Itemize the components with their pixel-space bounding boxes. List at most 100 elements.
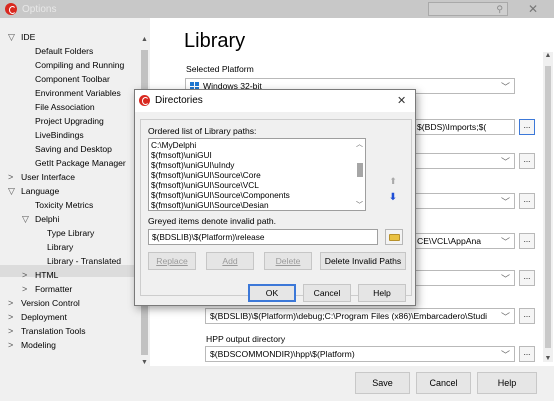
library-path-browse-button[interactable]: ... — [519, 119, 535, 135]
ok-button[interactable]: OK — [248, 284, 296, 302]
add-label: Add — [222, 256, 238, 266]
list-item[interactable]: C:\MyDelphi — [151, 140, 196, 150]
paths-list-scrollbar[interactable]: ︿ ﹀ — [354, 139, 365, 210]
chevron-down-icon: ﹀ — [500, 82, 510, 92]
chevron-right-icon[interactable]: > — [8, 172, 13, 182]
scroll-down-icon[interactable]: ▼ — [543, 355, 553, 362]
tree-item[interactable]: GetIt Package Manager — [35, 158, 126, 168]
list-item[interactable]: $(fmsoft)\uniGUI\Source\Components — [151, 190, 290, 200]
tree-item[interactable]: Saving and Desktop — [35, 144, 112, 154]
delete-invalid-paths-button[interactable]: Delete Invalid Paths — [320, 252, 406, 270]
tree-item-label: Language — [21, 186, 60, 196]
scroll-up-icon[interactable]: ▲ — [139, 36, 150, 43]
tree-item[interactable]: ▽ Language — [8, 186, 60, 196]
chevron-right-icon[interactable]: > — [22, 270, 27, 280]
dcp-output-select[interactable]: ﹀ — [412, 153, 515, 169]
tree-item-label: Delphi — [35, 214, 60, 224]
dcp-output-browse-button[interactable]: ... — [519, 153, 535, 169]
chevron-right-icon[interactable]: > — [8, 340, 13, 350]
directories-dialog: Directories ✕ Ordered list of Library pa… — [134, 89, 416, 306]
browsing-path-browse-button[interactable]: ... — [519, 233, 535, 249]
tree-item[interactable]: > Formatter — [22, 284, 72, 294]
move-down-button[interactable]: ⬇ — [386, 192, 400, 206]
tree-item-label: Translation Tools — [21, 326, 86, 336]
save-button[interactable]: Save — [355, 372, 410, 394]
tree-item[interactable]: Compiling and Running — [35, 60, 124, 70]
tree-item-label: Default Folders — [35, 46, 94, 56]
chevron-down-icon[interactable]: ▽ — [22, 214, 29, 225]
hpp-output-select[interactable]: $(BDSCOMMONDIR)\hpp\$(Platform) ﹀ — [205, 346, 515, 362]
window-close-button[interactable]: ✕ — [520, 1, 546, 17]
browsing-path-value: CE\VCL\AppAna — [417, 236, 482, 246]
namespace-browse-button[interactable]: ... — [519, 270, 535, 286]
tree-item[interactable]: > Modeling — [8, 340, 56, 350]
tree-item[interactable]: > Deployment — [8, 312, 67, 322]
tree-item-label: LiveBindings — [35, 130, 84, 140]
tree-item[interactable]: Library - Translated — [47, 256, 121, 266]
paths-list[interactable]: C:\MyDelphi $(fmsoft)\uniGUI $(fmsoft)\uni… — [148, 138, 366, 211]
add-button[interactable]: Add — [206, 252, 254, 270]
tree-item-label: GetIt Package Manager — [35, 158, 126, 168]
list-item[interactable]: $(fmsoft)\uniGUI\Source\Core — [151, 170, 261, 180]
tree-item[interactable]: File Association — [35, 102, 95, 112]
delete-button[interactable]: Delete — [264, 252, 312, 270]
dialog-help-button[interactable]: Help — [358, 284, 406, 302]
tree-item[interactable]: > Version Control — [8, 298, 80, 308]
tree-item-label: User Interface — [21, 172, 75, 182]
tree-item-label: Type Library — [47, 228, 95, 238]
browse-folder-button[interactable] — [385, 229, 403, 245]
help-button[interactable]: Help — [477, 372, 537, 394]
namespace-select[interactable]: ﹀ — [412, 270, 515, 286]
cancel-button[interactable]: Cancel — [416, 372, 471, 394]
window-titlebar: Options ⚲ ✕ — [0, 0, 554, 18]
paths-list-scroll-thumb[interactable] — [357, 163, 363, 177]
hpp-top-browse-button[interactable]: ... — [519, 193, 535, 209]
chevron-down-icon: ﹀ — [500, 197, 510, 207]
tree-item[interactable]: Toxicity Metrics — [35, 200, 93, 210]
main-scrollbar[interactable]: ▲ ▼ — [543, 52, 553, 362]
options-tree[interactable]: ▽ IDE Default Folders Compiling and Running… — [0, 18, 150, 366]
chevron-right-icon[interactable]: > — [8, 298, 13, 308]
path-input[interactable]: $(BDSLIB)\$(Platform)\release — [148, 229, 378, 245]
chevron-right-icon[interactable]: > — [22, 284, 27, 294]
tree-item[interactable]: > HTML — [22, 270, 59, 280]
directories-close-button[interactable]: ✕ — [397, 94, 406, 107]
library-path-select[interactable]: $(BDS)\Imports;$( — [412, 119, 515, 135]
list-item[interactable]: $(fmsoft)\uniGUI\Source\VCL — [151, 180, 259, 190]
debug-dcu-browse-button[interactable]: ... — [519, 308, 535, 324]
tree-item[interactable]: > Translation Tools — [8, 326, 86, 336]
list-item[interactable]: $(fmsoft)\uniGUI\Source\Desian — [151, 200, 269, 210]
scroll-up-icon[interactable]: ︿ — [354, 139, 365, 149]
scroll-up-icon[interactable]: ▲ — [543, 52, 553, 59]
tree-item[interactable]: ▽ IDE — [8, 32, 36, 42]
main-scroll-thumb[interactable] — [545, 66, 551, 348]
chevron-down-icon[interactable]: ▽ — [8, 186, 15, 197]
move-up-button[interactable]: ⬆ — [386, 176, 400, 190]
scroll-down-icon[interactable]: ▼ — [139, 359, 150, 366]
chevron-right-icon[interactable]: > — [8, 312, 13, 322]
tree-item[interactable]: Default Folders — [35, 46, 93, 56]
tree-item[interactable]: Project Upgrading — [35, 116, 104, 126]
list-item[interactable]: $(fmsoft)\uniGUI\uIndy — [151, 160, 234, 170]
scroll-down-icon[interactable]: ﹀ — [354, 200, 365, 210]
dialog-cancel-button[interactable]: Cancel — [303, 284, 351, 302]
hpp-select-top[interactable]: ﹀ — [412, 193, 515, 209]
title-search-input[interactable]: ⚲ — [428, 2, 508, 16]
hpp-output-browse-button[interactable]: ... — [519, 346, 535, 362]
tree-item[interactable]: Library — [47, 242, 73, 252]
replace-button[interactable]: Replace — [148, 252, 196, 270]
tree-item[interactable]: Environment Variables — [35, 88, 121, 98]
tree-item[interactable]: > User Interface — [8, 172, 75, 182]
tree-item[interactable]: LiveBindings — [35, 130, 84, 140]
tree-item-label: HTML — [35, 270, 59, 280]
chevron-right-icon[interactable]: > — [8, 326, 13, 336]
browsing-path-select[interactable]: CE\VCL\AppAna ﹀ — [412, 233, 515, 249]
tree-item[interactable]: Type Library — [47, 228, 94, 238]
chevron-down-icon[interactable]: ▽ — [8, 32, 15, 43]
tree-item-label: Modeling — [21, 340, 56, 350]
list-item[interactable]: $(fmsoft)\uniGUI — [151, 150, 212, 160]
debug-dcu-path-select[interactable]: $(BDSLIB)\$(Platform)\debug;C:\Program F… — [205, 308, 515, 324]
tree-item[interactable]: Component Toolbar — [35, 74, 110, 84]
tree-item-label: IDE — [21, 32, 36, 42]
tree-item[interactable]: ▽ Delphi — [22, 214, 60, 224]
